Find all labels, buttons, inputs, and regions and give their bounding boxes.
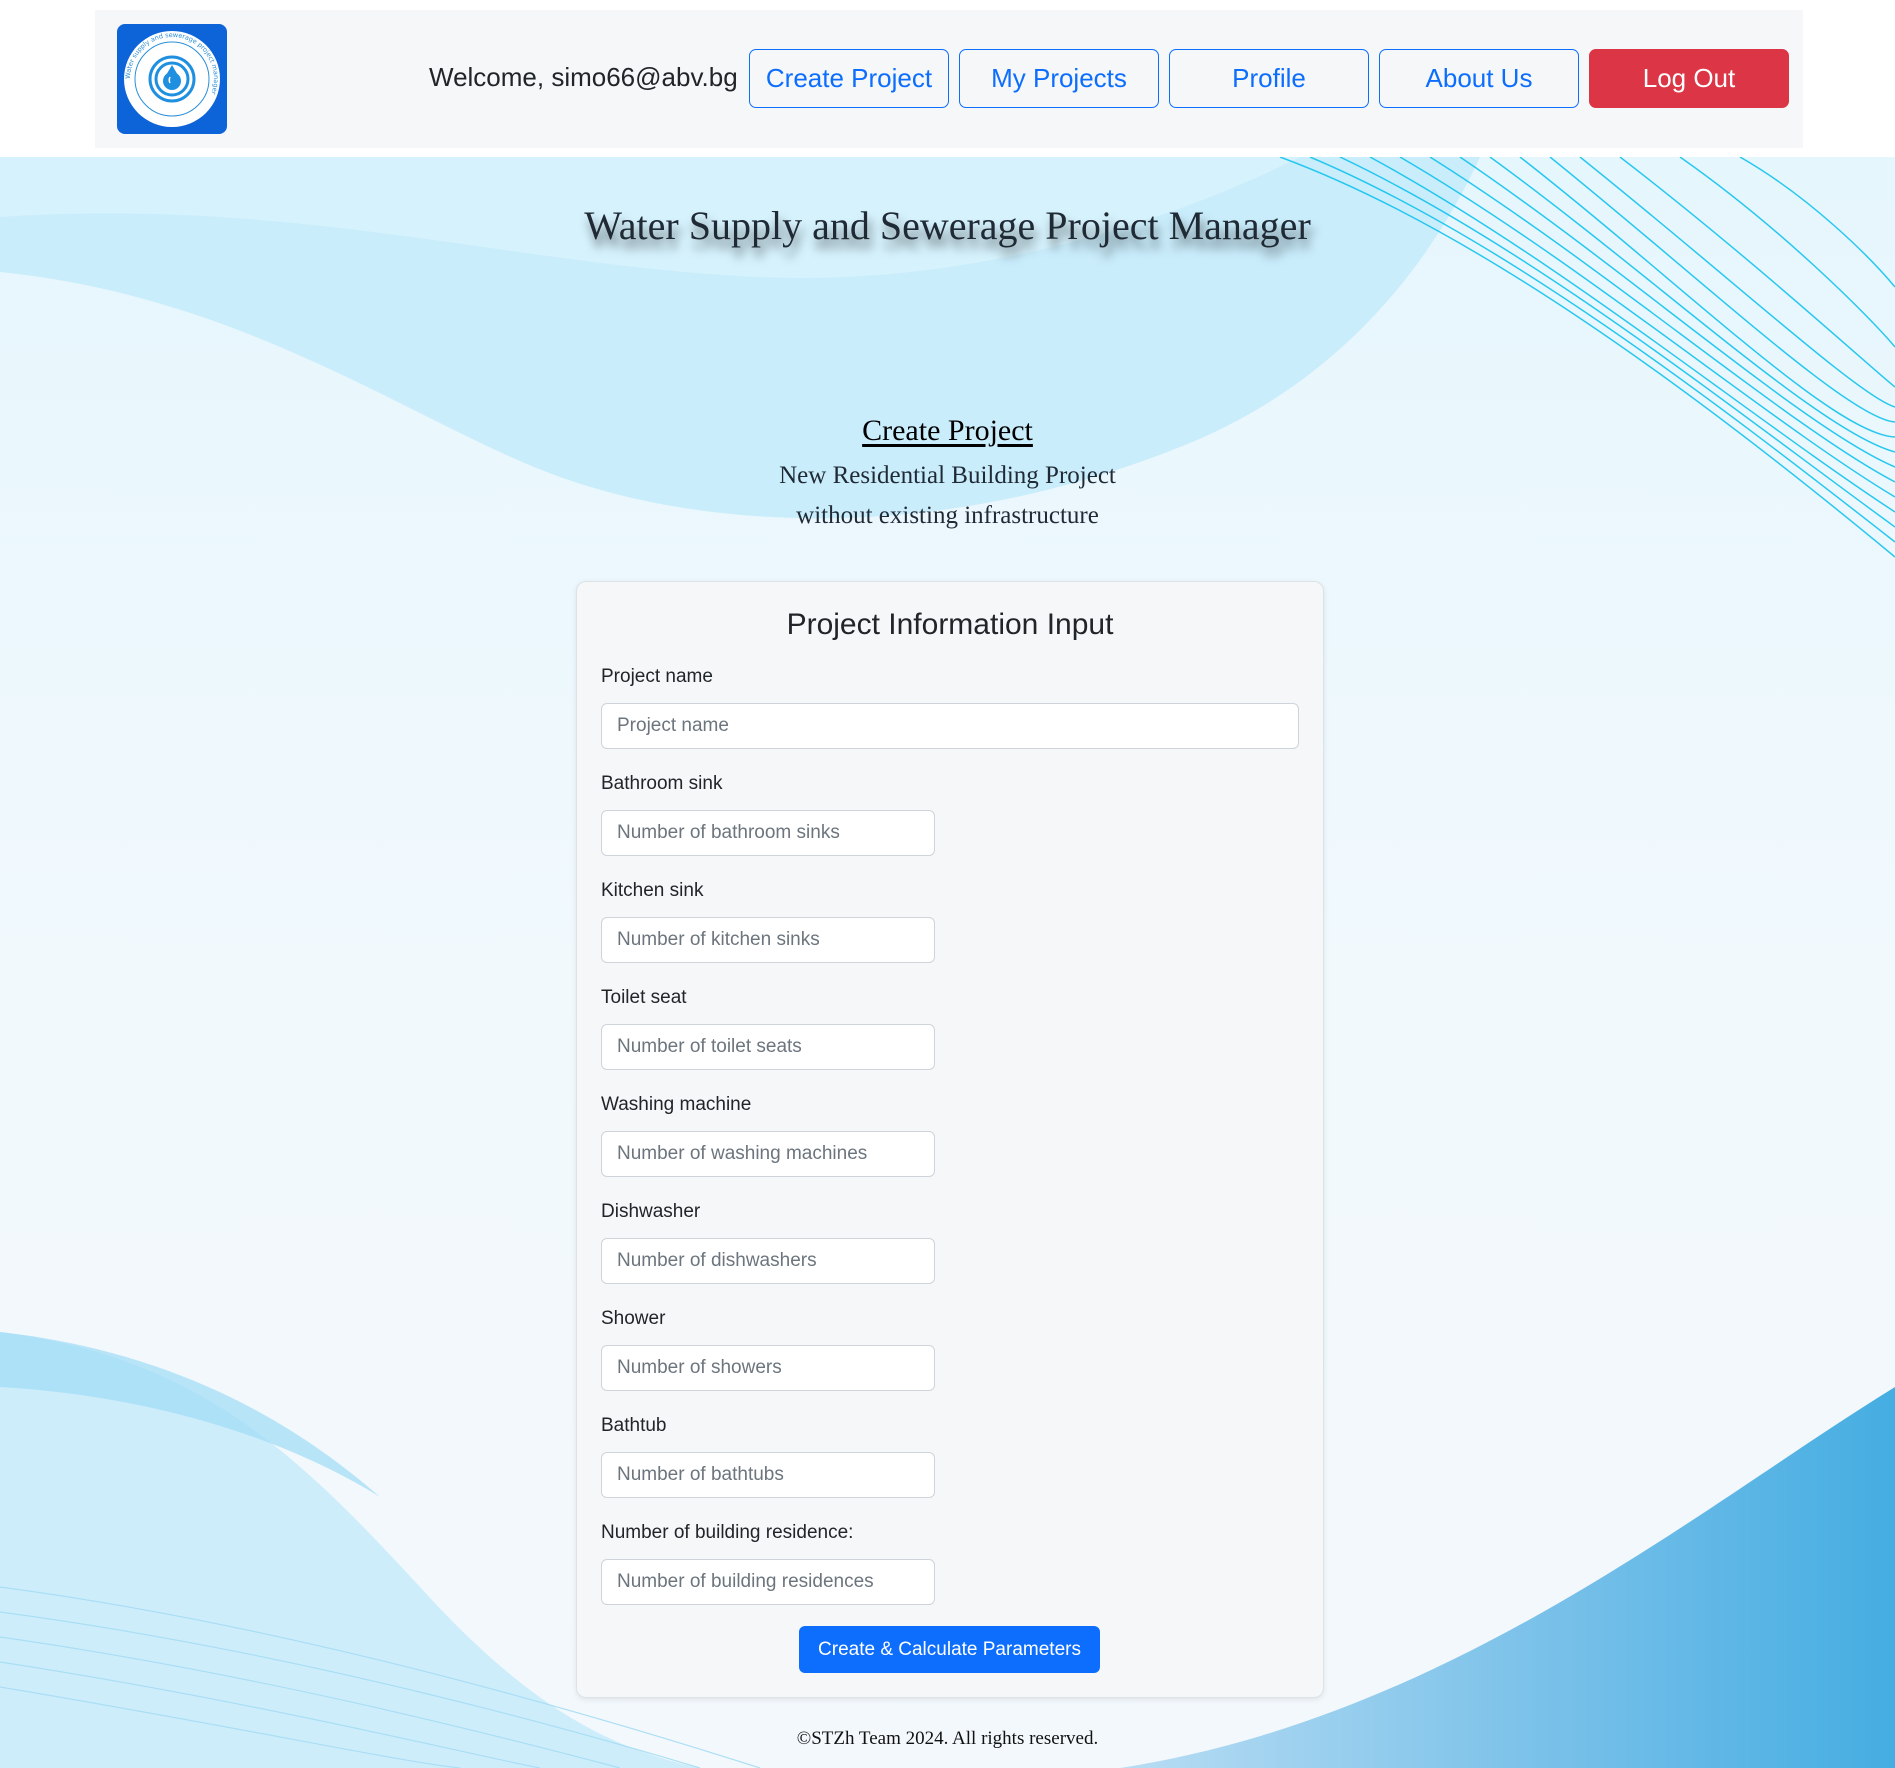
shower-input[interactable] xyxy=(601,1345,935,1391)
project-name-input[interactable] xyxy=(601,703,1299,749)
shower-label: Shower xyxy=(601,1308,666,1329)
building-residence-label: Number of building residence: xyxy=(601,1522,854,1543)
welcome-text: Welcome, simo66@abv.bg xyxy=(429,62,738,92)
subtitle-line-2: without existing infrastructure xyxy=(796,502,1099,529)
profile-button[interactable]: Profile xyxy=(1169,49,1369,108)
bathtub-label: Bathtub xyxy=(601,1415,667,1436)
toilet-seat-input[interactable] xyxy=(601,1024,935,1070)
about-us-button[interactable]: About Us xyxy=(1379,49,1579,108)
create-calculate-button[interactable]: Create & Calculate Parameters xyxy=(799,1626,1100,1673)
kitchen-sink-input[interactable] xyxy=(601,917,935,963)
dishwasher-label: Dishwasher xyxy=(601,1201,701,1222)
project-name-label: Project name xyxy=(601,666,713,687)
project-form-card: Project Information Input Project name B… xyxy=(576,581,1324,1698)
top-navbar: Water supply and sewerage project manage… xyxy=(95,10,1803,148)
log-out-button[interactable]: Log Out xyxy=(1589,49,1789,108)
create-project-heading: Create Project xyxy=(862,414,1033,447)
form-title: Project Information Input xyxy=(786,608,1114,641)
dishwasher-input[interactable] xyxy=(601,1238,935,1284)
my-projects-button[interactable]: My Projects xyxy=(959,49,1159,108)
toilet-seat-label: Toilet seat xyxy=(601,987,687,1008)
water-drop-logo-icon[interactable]: Water supply and sewerage project manage… xyxy=(117,24,227,134)
washing-machine-input[interactable] xyxy=(601,1131,935,1177)
bathroom-sink-input[interactable] xyxy=(601,810,935,856)
create-project-button[interactable]: Create Project xyxy=(749,49,949,108)
bathroom-sink-label: Bathroom sink xyxy=(601,773,723,794)
bathtub-input[interactable] xyxy=(601,1452,935,1498)
washing-machine-label: Washing machine xyxy=(601,1094,752,1115)
subtitle-line-1: New Residential Building Project xyxy=(779,462,1116,489)
footer-copyright: ©STZh Team 2024. All rights reserved. xyxy=(796,1728,1099,1749)
building-residence-input[interactable] xyxy=(601,1559,935,1605)
page-title: Water Supply and Sewerage Project Manage… xyxy=(584,203,1311,248)
kitchen-sink-label: Kitchen sink xyxy=(601,880,704,901)
